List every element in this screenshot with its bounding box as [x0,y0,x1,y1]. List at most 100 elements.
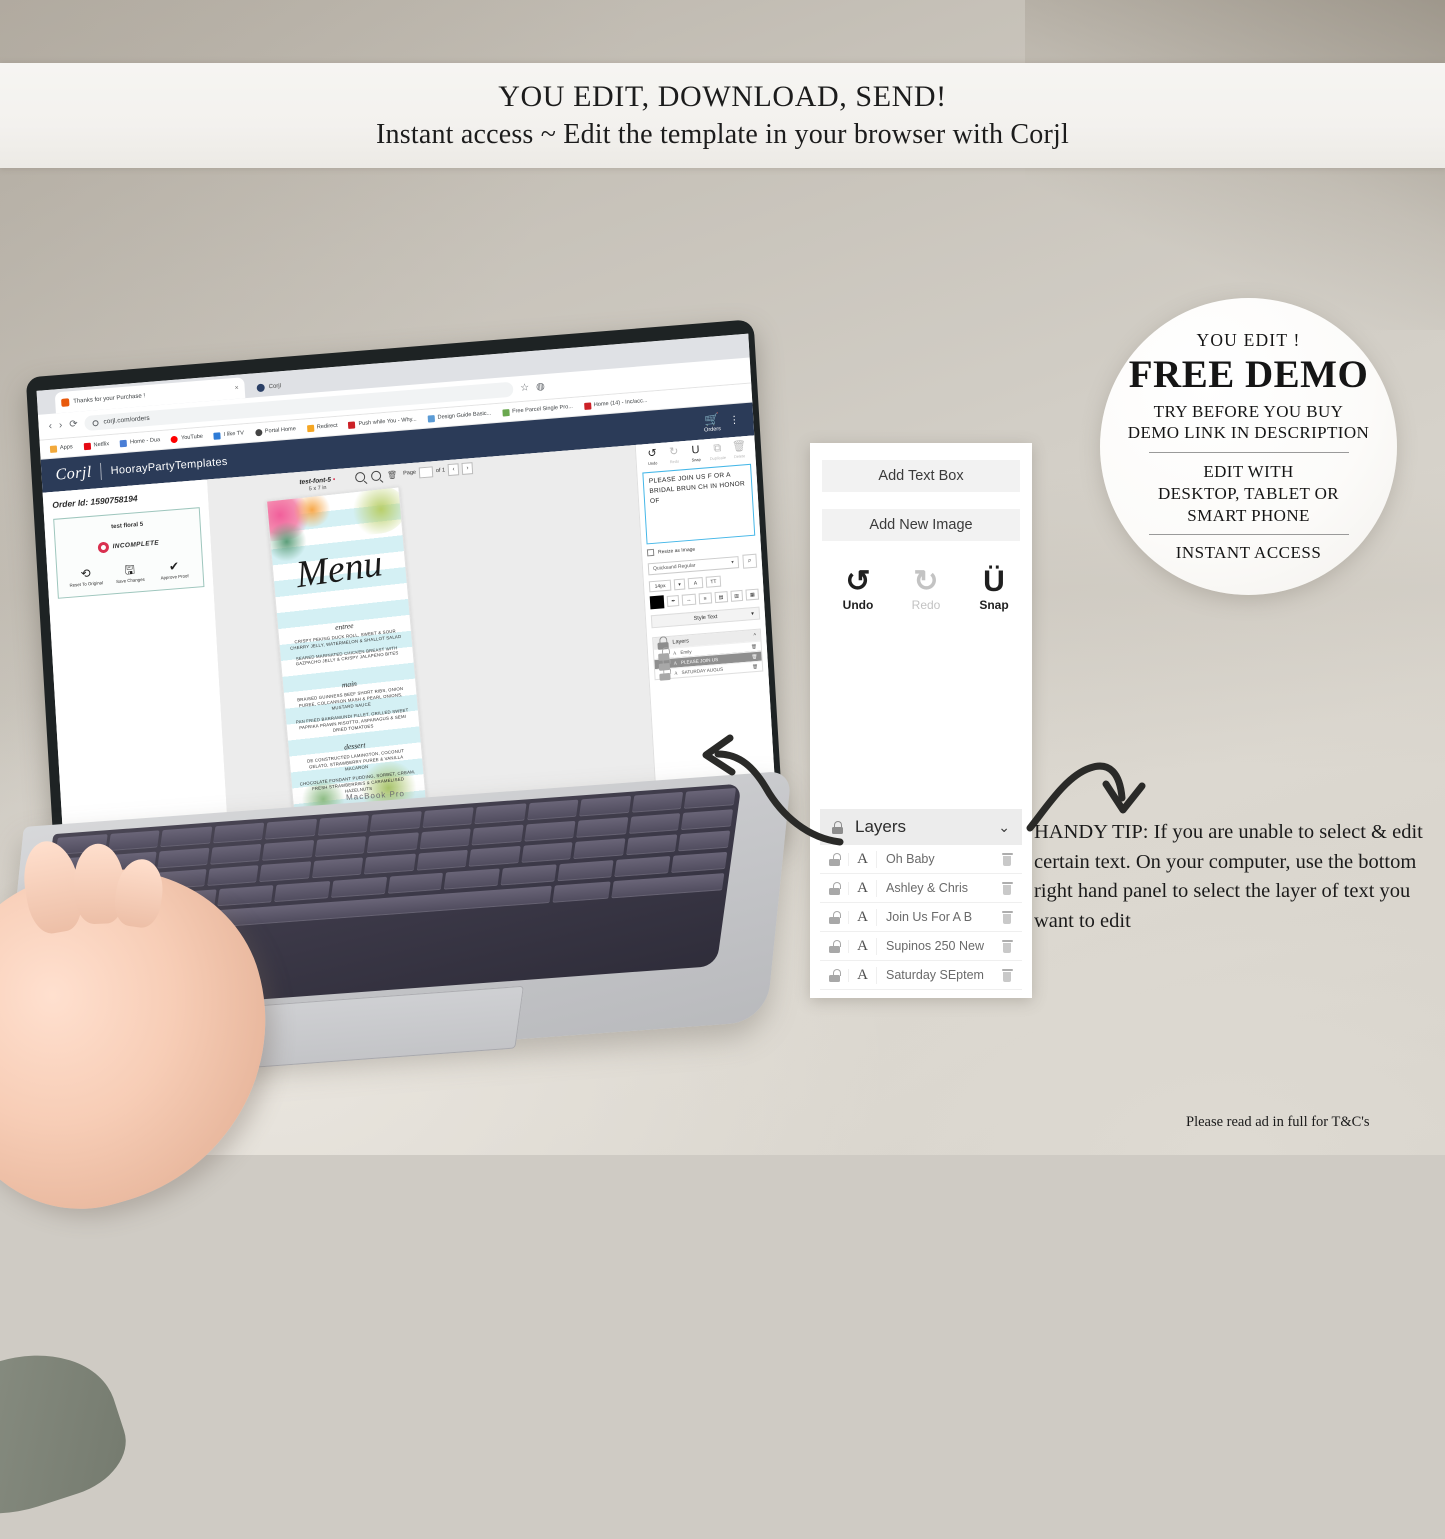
trash-icon[interactable]: 🗑 [751,643,757,649]
layers-panel-header[interactable]: Layers ⌄ [820,809,1022,845]
back-icon[interactable]: ‹ [48,421,52,432]
menu-template-artwork[interactable]: Menu entree CRISPY PEKING DUCK ROLL, SWE… [266,486,428,818]
browser-tab-1-title: Thanks for your Purchase ! [73,392,146,405]
browser-tab-2-title: Corjl [268,382,282,390]
bookmark-item[interactable]: Home - Dua [119,437,160,447]
bookmark-item[interactable]: Free Parcel Single Pro... [501,403,573,417]
bookmark-item[interactable]: Home (14) - Inc/acc... [583,397,648,410]
align-center-icon[interactable]: ▥ [730,589,744,602]
bookmark-item[interactable]: Portal Home [254,426,297,436]
canvas-toolbar: 🗑 Page of 1 ‹ › [354,462,474,483]
chevron-down-icon[interactable]: ⌄ [998,819,1010,836]
footer-note: Please read ad in full for T&C's [1186,1114,1370,1130]
trash-icon[interactable]: 🗑 [752,663,758,669]
shop-name: HoorayPartyTemplates [110,455,228,477]
page-label: Page [403,469,417,477]
trash-icon: 🗑 [731,440,747,454]
bookmark-item[interactable]: Push while You - Why... [348,416,417,429]
eyedropper-icon[interactable]: ✒ [666,594,680,607]
corjl-logo[interactable]: Corjl [55,463,92,484]
chevron-up-icon: ^ [753,632,757,639]
align-left-icon[interactable]: ▤ [714,591,728,604]
undo-button[interactable]: ↺ Undo [832,567,884,612]
forward-icon[interactable]: › [59,420,63,431]
star-icon[interactable]: ☆ [520,382,530,394]
font-browse-button[interactable]: ⌕ [742,553,758,569]
zoom-in-icon[interactable] [354,471,366,483]
bookmark-label: Apps [59,444,73,452]
delete-icon[interactable]: 🗑 [387,470,398,480]
align-right-icon[interactable]: ▦ [745,588,760,601]
layer-row[interactable]: A Join Us For A B [820,903,1022,932]
delete-layer-button[interactable] [992,939,1022,953]
redo-button[interactable]: ↻ Redo [900,567,952,612]
next-page-icon[interactable]: › [461,462,474,475]
tab-favicon [256,383,265,392]
badge-mid-line-2: DESKTOP, TABLET OR [1157,483,1340,503]
status-badge: INCOMPLETE [62,535,195,557]
more-menu-icon[interactable]: ⋮ [729,415,740,427]
orders-button[interactable]: 🛒 Orders [703,412,721,433]
snap-button[interactable]: U Snap [684,444,707,463]
add-new-image-button[interactable]: Add New Image [822,509,1020,541]
bookmark-label: Portal Home [264,426,297,435]
bold-icon[interactable]: A [687,577,704,590]
duplicate-icon: ⧉ [713,442,722,455]
snap-button[interactable]: Ü Snap [968,567,1020,612]
bookmark-item[interactable]: YouTube [170,433,203,443]
text-color-swatch[interactable] [649,595,665,610]
delete-layer-button[interactable] [992,910,1022,924]
unlock-toggle[interactable] [820,939,849,953]
add-text-box-button[interactable]: Add Text Box [822,460,1020,492]
unlock-toggle[interactable] [820,968,849,982]
layer-row[interactable]: A Oh Baby [820,845,1022,874]
bookmark-item[interactable]: Netflix [83,441,109,450]
unlock-toggle[interactable] [820,881,849,895]
unlock-toggle[interactable] [820,852,849,866]
page-number-input[interactable] [418,465,434,478]
delete-button[interactable]: 🗑 Delete [728,440,751,460]
profile-icon[interactable]: ◍ [536,381,545,393]
layer-row[interactable]: A Supinos 250 New [820,932,1022,961]
line-height-icon[interactable]: ≡ [698,592,712,605]
approve-proof-button[interactable]: ✔ Approve Proof [152,559,197,582]
delete-layer-button[interactable] [992,881,1022,895]
zoom-out-icon[interactable] [370,470,382,482]
trash-icon[interactable]: 🗑 [751,653,757,659]
style-text-accordion[interactable]: Style Text ▾ [650,606,761,629]
chevron-down-icon: ▾ [731,559,734,566]
font-size-stepper[interactable]: ▾ [673,578,686,591]
reset-to-original-button[interactable]: ⟲ Reset To Original [63,566,108,589]
layer-row[interactable]: A Ashley & Chris [820,874,1022,903]
delete-layer-button[interactable] [992,968,1022,982]
redo-button[interactable]: ↻ Redo [663,446,686,465]
bookmark-item[interactable]: Redirect [306,422,338,432]
reset-icon: ⟲ [80,566,92,581]
reload-icon[interactable]: ⟳ [69,419,78,431]
letter-spacing-icon[interactable]: ↔ [682,593,696,606]
bookmark-item[interactable]: I like TV [213,430,244,440]
close-icon[interactable]: × [234,385,238,392]
page-total: of 1 [435,467,446,475]
prev-page-icon[interactable]: ‹ [447,463,460,477]
undo-label: Undo [842,597,874,612]
badge-last-line: INSTANT ACCESS [1175,543,1322,563]
font-family-select[interactable]: Quicksand Regular ▾ [647,556,740,576]
floral-decoration [348,486,409,537]
order-card[interactable]: test floral 5 INCOMPLETE ⟲ Reset To Orig… [53,507,205,599]
text-transform-icon[interactable]: TT [705,575,722,588]
save-changes-button[interactable]: 🖫 Save Changes [108,562,153,585]
text-layer-icon: A [673,660,678,666]
undo-button[interactable]: ↺ Undo [641,447,664,467]
font-size-input[interactable]: 14px [648,579,672,593]
delete-layer-button[interactable] [992,852,1022,866]
duplicate-button[interactable]: ⧉ Duplicate [706,442,729,462]
order-card-title: test floral 5 [111,521,144,531]
text-content-input[interactable]: PLEASE JOIN US F OR A BRIDAL BRUN CH IN … [642,463,756,545]
layer-row[interactable]: A Saturday SEptem [820,961,1022,990]
badge-divider [1148,452,1349,454]
bookmark-item[interactable]: Apps [49,444,73,453]
tool-label: Snap [691,456,701,463]
unlock-toggle[interactable] [820,910,849,924]
bookmark-item[interactable]: Design Guide Basic... [427,410,491,423]
